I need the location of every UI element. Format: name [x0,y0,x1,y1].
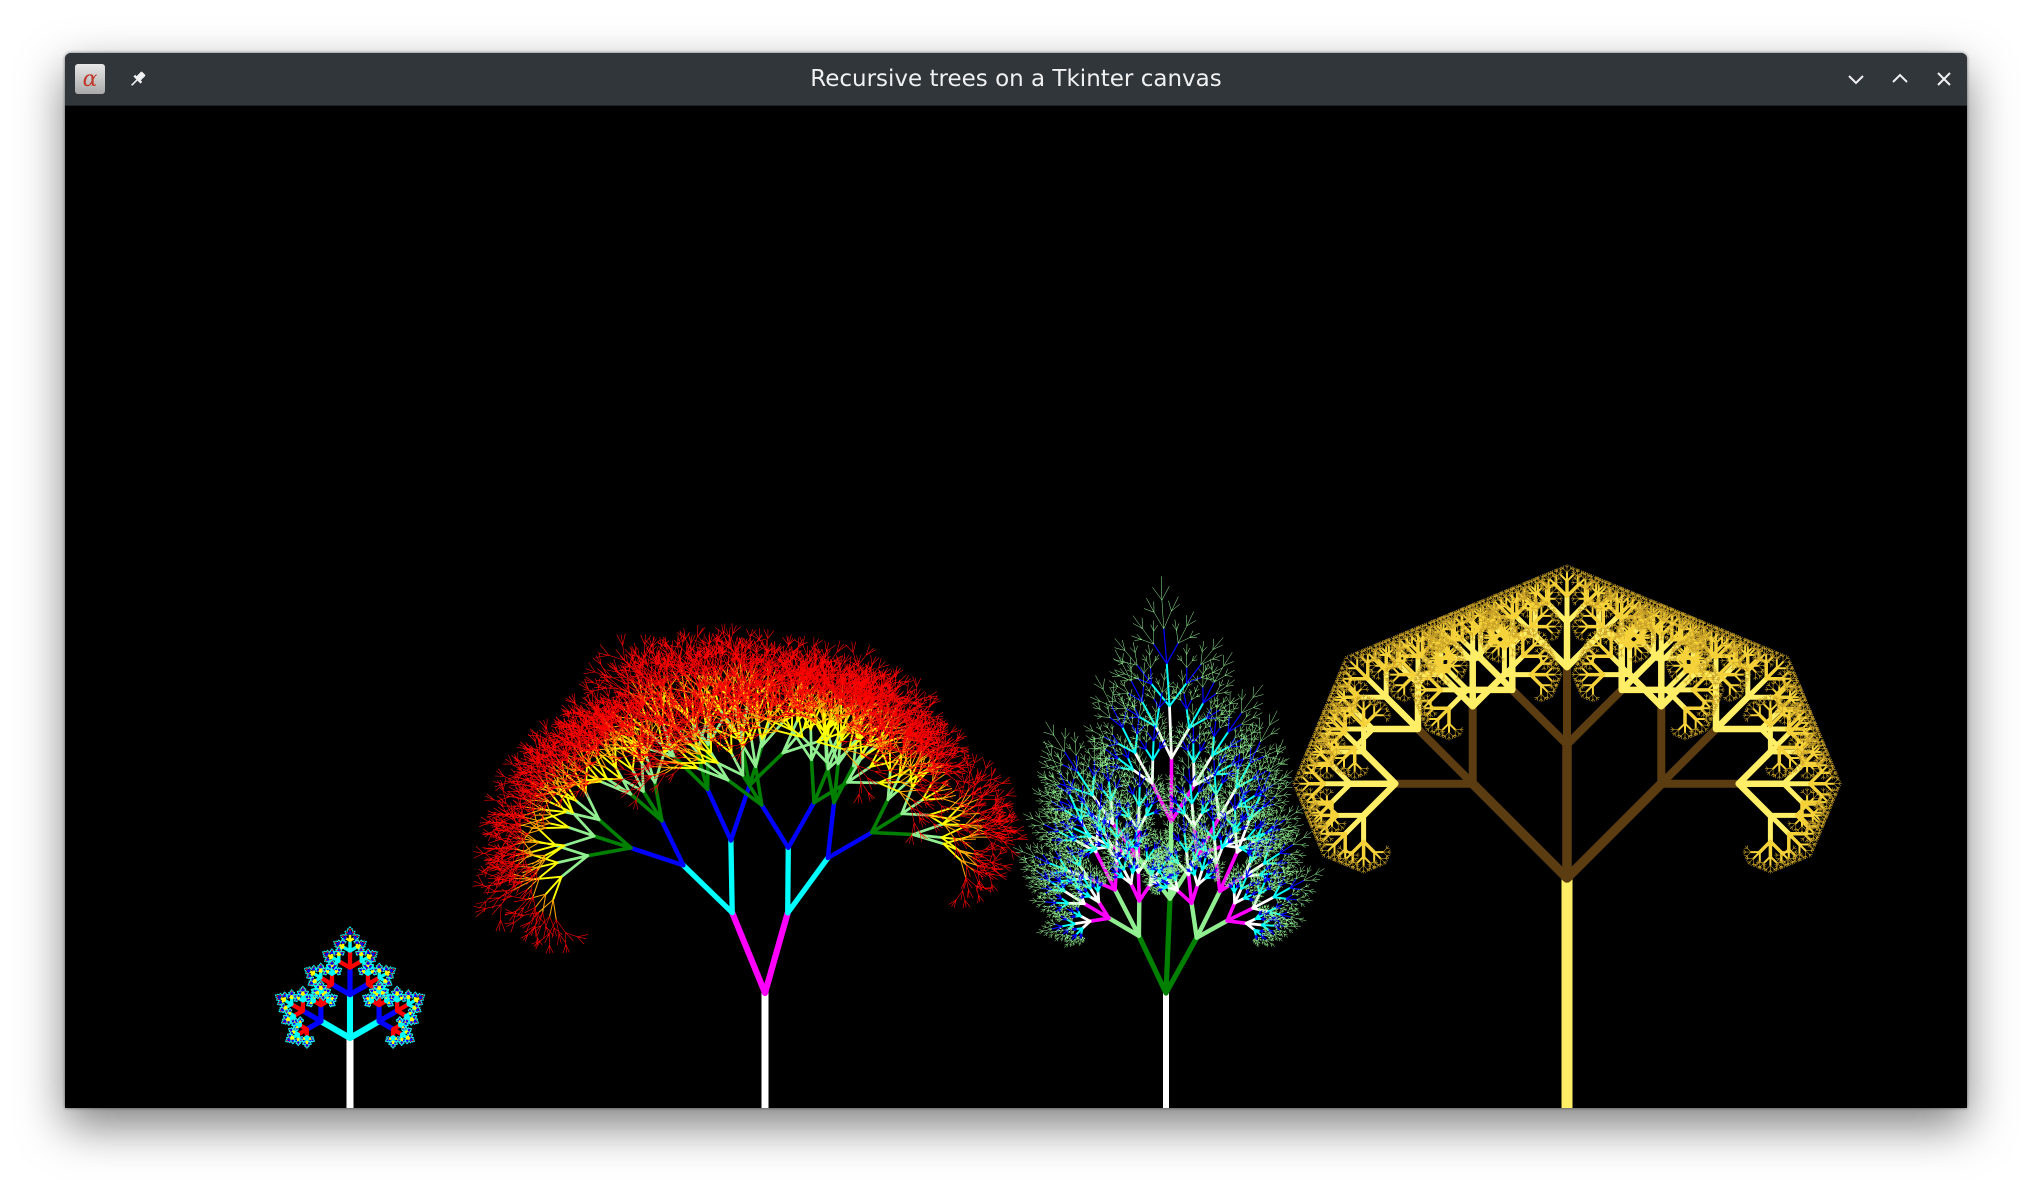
close-button[interactable] [1926,61,1962,97]
maximize-button[interactable] [1882,61,1918,97]
tree-drawing [65,106,1967,1108]
app-icon[interactable]: α [75,64,105,94]
app-window: α Recursive trees on a Tkinter canvas [65,53,1967,1108]
close-icon [1937,72,1951,86]
minimize-button[interactable] [1838,61,1874,97]
window-title: Recursive trees on a Tkinter canvas [810,66,1222,92]
pin-icon[interactable] [123,64,153,94]
tree-canvas[interactable] [65,106,1967,1108]
chevron-down-icon [1848,75,1864,85]
chevron-up-icon [1892,73,1908,83]
title-bar[interactable]: α Recursive trees on a Tkinter canvas [65,53,1967,106]
